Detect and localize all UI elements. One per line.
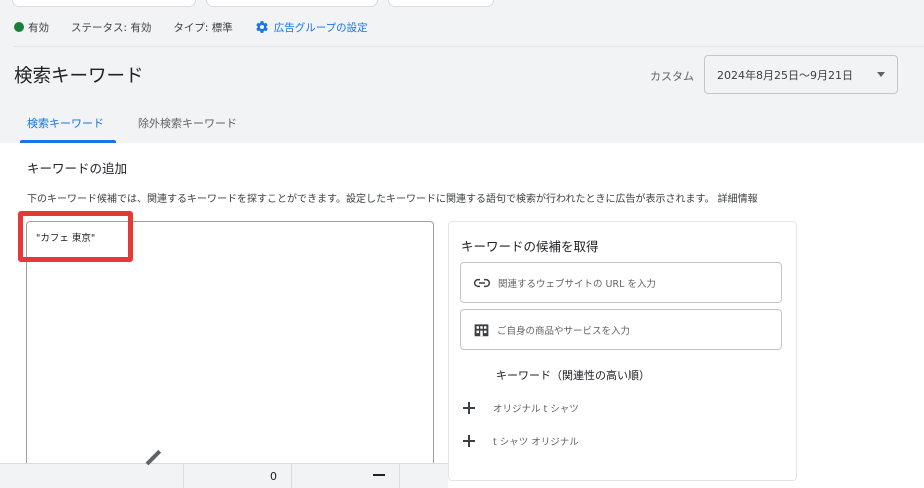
top-tab-stub[interactable] (206, 0, 378, 7)
suggestions-list-header: キーワード（関連性の高い順） (496, 369, 650, 382)
top-tab-stub[interactable] (388, 0, 494, 7)
suggestion-item[interactable]: t シャツ オリジナル (463, 434, 579, 448)
gear-icon (256, 21, 268, 33)
status-dot-icon (14, 22, 24, 32)
website-url-placeholder: 関連するウェブサイトの URL を入力 (498, 278, 656, 290)
table-cell-divider (399, 463, 400, 488)
status-detail: ステータス: 有効 (71, 21, 152, 34)
product-service-placeholder: ご自身の商品やサービスを入力 (497, 325, 631, 337)
table-cell-value: 0 (270, 470, 277, 483)
tab-search-keywords[interactable]: 検索キーワード (27, 115, 104, 131)
table-cell-divider (291, 463, 292, 488)
link-icon (474, 278, 490, 288)
date-range-value: 2024年8月25日〜9月21日 (717, 68, 853, 82)
product-service-input[interactable]: ご自身の商品やサービスを入力 (460, 309, 782, 350)
suggestion-item[interactable]: オリジナル t シャツ (463, 401, 579, 415)
highlight-annotation (18, 211, 133, 262)
suggestion-item-label: t シャツ オリジナル (493, 437, 579, 448)
add-keywords-title: キーワードの追加 (27, 161, 128, 176)
top-tab-stub[interactable] (12, 0, 196, 7)
active-tab-indicator (20, 140, 116, 143)
table-cell-divider (183, 463, 184, 488)
page-title: 検索キーワード (14, 66, 144, 87)
divider (14, 46, 924, 47)
status-label: 有効 (28, 21, 49, 34)
page: 有効 ステータス: 有効 タイプ: 標準 広告グループの設定 検索キーワード カ… (0, 0, 924, 488)
date-range-dropdown[interactable]: 2024年8月25日〜9月21日 (704, 55, 898, 94)
type-detail: タイプ: 標準 (173, 21, 233, 34)
ad-group-status-bar: 有効 ステータス: 有効 タイプ: 標準 広告グループの設定 (14, 14, 368, 40)
suggestion-item-label: オリジナル t シャツ (493, 404, 579, 415)
ad-group-settings-link[interactable]: 広告グループの設定 (255, 20, 368, 35)
tab-negative-keywords[interactable]: 除外検索キーワード (138, 115, 237, 131)
plus-icon[interactable] (463, 402, 475, 414)
caret-down-icon (877, 72, 885, 77)
plus-icon[interactable] (463, 435, 475, 447)
store-icon (474, 323, 489, 337)
date-range-label: カスタム (650, 70, 694, 83)
suggestions-title: キーワードの候補を取得 (461, 239, 599, 254)
add-keywords-description: 下のキーワード候補では、関連するキーワードを探すことができます。設定したキーワー… (27, 194, 758, 205)
website-url-input[interactable]: 関連するウェブサイトの URL を入力 (460, 262, 782, 303)
minus-icon (373, 474, 385, 476)
settings-link-label: 広告グループの設定 (273, 21, 368, 34)
